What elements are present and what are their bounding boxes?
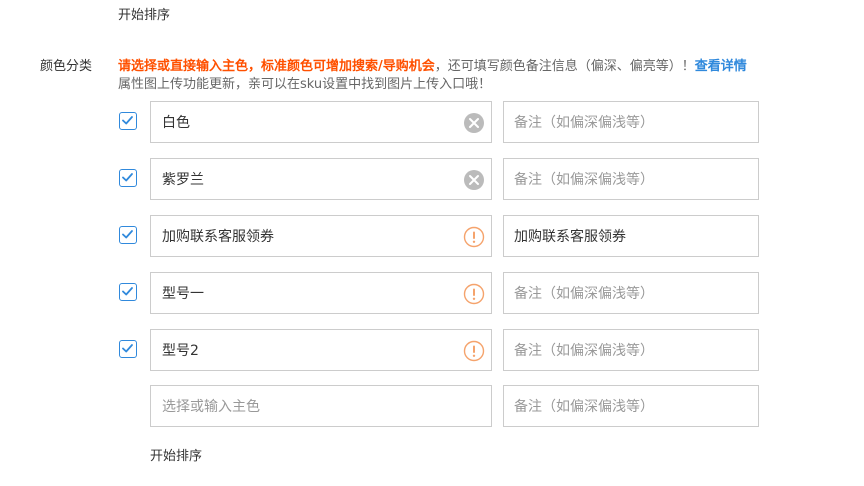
color-checkbox[interactable]: [119, 340, 137, 358]
note-input-placeholder: 备注（如偏深偏浅等）: [514, 399, 654, 415]
sort-button-top[interactable]: 开始排序: [118, 6, 170, 26]
color-input-value: 加购联系客服领券: [162, 229, 274, 245]
note-input[interactable]: 加购联系客服领券: [503, 215, 759, 257]
color-row: 紫罗兰 备注（如偏深偏浅等）: [118, 158, 768, 200]
field-label-color: 颜色分类: [40, 59, 93, 74]
color-input[interactable]: 型号2: [150, 329, 492, 371]
note-input-value: 加购联系客服领券: [514, 229, 626, 245]
sort-button-bottom[interactable]: 开始排序: [150, 447, 202, 467]
check-icon: [122, 173, 133, 182]
color-input-value: 紫罗兰: [162, 172, 204, 188]
color-checkbox[interactable]: [119, 112, 137, 130]
color-row-empty: 选择或输入主色 备注（如偏深偏浅等）: [118, 385, 768, 427]
note-input-empty[interactable]: 备注（如偏深偏浅等）: [503, 385, 759, 427]
color-row: 型号2 备注（如偏深偏浅等）: [118, 329, 768, 371]
note-input-placeholder: 备注（如偏深偏浅等）: [514, 286, 654, 302]
color-checkbox[interactable]: [119, 283, 137, 301]
info-icon[interactable]: [463, 226, 485, 248]
clear-icon[interactable]: [463, 112, 485, 134]
color-input-value: 型号2: [162, 343, 199, 359]
check-icon: [122, 116, 133, 125]
info-icon[interactable]: [463, 283, 485, 305]
note-input-placeholder: 备注（如偏深偏浅等）: [514, 172, 654, 188]
color-input-placeholder: 选择或输入主色: [162, 399, 260, 415]
note-input-placeholder: 备注（如偏深偏浅等）: [514, 115, 654, 131]
color-input-empty[interactable]: 选择或输入主色: [150, 385, 492, 427]
note-input[interactable]: 备注（如偏深偏浅等）: [503, 101, 759, 143]
color-row: 加购联系客服领券 加购联系客服领券: [118, 215, 768, 257]
color-row: 型号一 备注（如偏深偏浅等）: [118, 272, 768, 314]
clear-icon[interactable]: [463, 169, 485, 191]
color-input[interactable]: 型号一: [150, 272, 492, 314]
note-input-placeholder: 备注（如偏深偏浅等）: [514, 343, 654, 359]
color-row: 白色 备注（如偏深偏浅等）: [118, 101, 768, 143]
color-input[interactable]: 白色: [150, 101, 492, 143]
color-hint: 请选择或直接输入主色，标准颜色可增加搜索/导购机会，还可填写颜色备注信息（偏深、…: [118, 58, 747, 76]
check-icon: [122, 230, 133, 239]
note-input[interactable]: 备注（如偏深偏浅等）: [503, 272, 759, 314]
color-checkbox[interactable]: [119, 169, 137, 187]
check-icon: [122, 287, 133, 296]
color-input-value: 白色: [162, 115, 190, 131]
hint-gray-text: ，还可填写颜色备注信息（偏深、偏亮等）！: [434, 59, 695, 74]
color-input-value: 型号一: [162, 286, 204, 302]
note-input[interactable]: 备注（如偏深偏浅等）: [503, 329, 759, 371]
info-icon[interactable]: [463, 340, 485, 362]
color-checkbox[interactable]: [119, 226, 137, 244]
check-icon: [122, 344, 133, 353]
view-details-link[interactable]: 查看详情: [695, 59, 747, 74]
upload-hint: 属性图上传功能更新，亲可以在sku设置中找到图片上传入口哦！: [118, 77, 492, 92]
color-input[interactable]: 加购联系客服领券: [150, 215, 492, 257]
color-input[interactable]: 紫罗兰: [150, 158, 492, 200]
hint-bold-text: 请选择或直接输入主色，标准颜色可增加搜索/导购机会: [118, 59, 435, 74]
note-input[interactable]: 备注（如偏深偏浅等）: [503, 158, 759, 200]
